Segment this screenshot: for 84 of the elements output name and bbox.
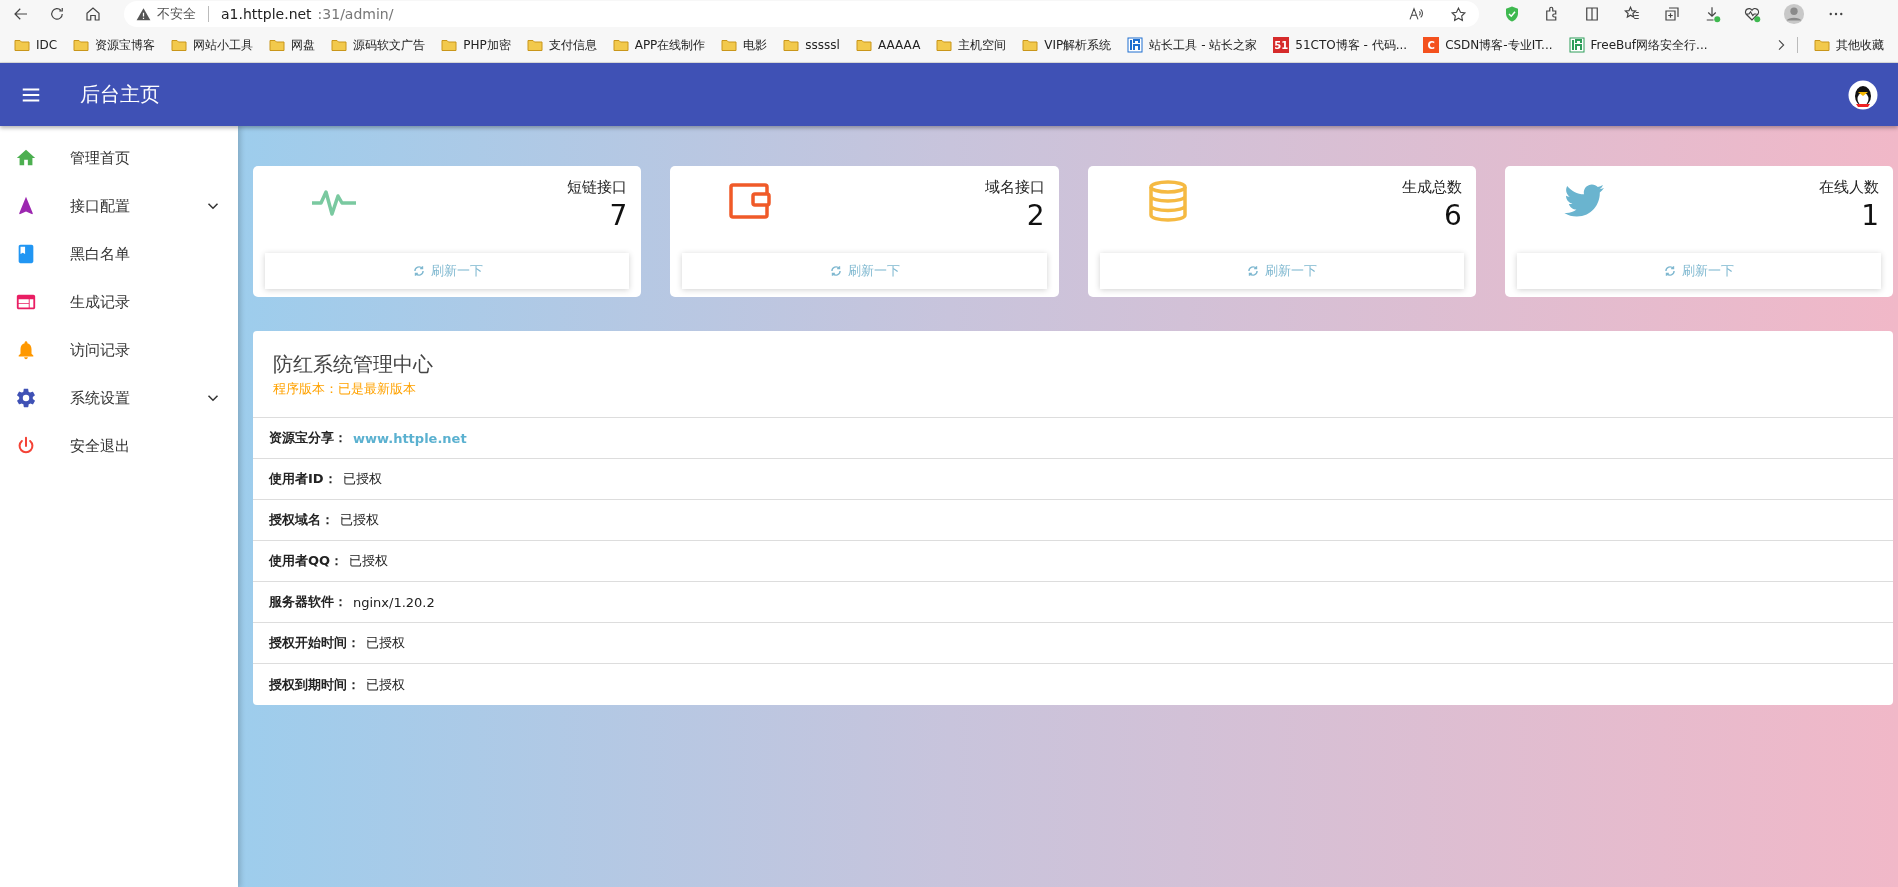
refresh-icon bbox=[828, 264, 843, 278]
stat-label: 短链接口 bbox=[567, 178, 628, 197]
folder-icon bbox=[721, 37, 738, 53]
sidebar-item[interactable]: 安全退出 bbox=[0, 422, 238, 470]
url-host: a1.httple.net bbox=[221, 6, 312, 22]
refresh-icon bbox=[1246, 264, 1261, 278]
sidebar-item[interactable]: 接口配置 bbox=[0, 182, 238, 230]
collections-icon[interactable] bbox=[1663, 5, 1681, 23]
folder-icon bbox=[936, 37, 953, 53]
avatar-icon[interactable] bbox=[1848, 79, 1878, 110]
info-label: 使用者QQ： bbox=[269, 552, 344, 570]
bookmark[interactable]: 51 51CTO博客 - 代码... bbox=[1265, 36, 1416, 54]
bookmark[interactable]: APP在线制作 bbox=[604, 36, 714, 54]
site-icon: C bbox=[1423, 37, 1440, 53]
warning-icon bbox=[136, 6, 151, 22]
bookmark[interactable]: 支付信息 bbox=[518, 36, 605, 54]
address-bar[interactable]: 不安全 a1.httple.net :31/admin/ bbox=[124, 1, 1479, 27]
page-title: 后台主页 bbox=[80, 81, 161, 108]
version-text: 程序版本：已是最新版本 bbox=[273, 380, 417, 398]
bookmark[interactable]: 网盘 bbox=[261, 36, 324, 54]
bookmark[interactable]: IDC bbox=[6, 37, 66, 53]
info-value: 已授权 bbox=[349, 552, 389, 570]
folder-icon bbox=[1814, 37, 1830, 53]
folder-icon bbox=[269, 37, 286, 53]
info-value: 已授权 bbox=[340, 511, 379, 529]
folder-icon bbox=[14, 37, 30, 53]
info-label: 资源宝分享： bbox=[269, 429, 347, 447]
settings-icon bbox=[15, 387, 37, 409]
sidebar-item[interactable]: 系统设置 bbox=[0, 374, 238, 422]
sidebar-item[interactable]: 访问记录 bbox=[0, 326, 238, 374]
stat-label: 生成总数 bbox=[1401, 178, 1462, 197]
bookmark[interactable]: 其他收藏 bbox=[1806, 36, 1892, 54]
folder-icon bbox=[331, 37, 348, 53]
info-value: 已授权 bbox=[366, 634, 405, 652]
refresh-icon bbox=[1663, 264, 1678, 278]
sidebar-item[interactable]: 生成记录 bbox=[0, 278, 238, 326]
bookmark[interactable]: FreeBuf网络安全行... bbox=[1560, 36, 1716, 54]
info-label: 授权开始时间： bbox=[269, 634, 360, 652]
folder-icon bbox=[73, 37, 90, 53]
reload-icon[interactable] bbox=[48, 5, 66, 23]
sidebar-item[interactable]: 管理首页 bbox=[0, 134, 238, 182]
bookmark[interactable]: 资源宝博客 bbox=[65, 36, 164, 54]
bookmark[interactable]: 电影 bbox=[713, 36, 776, 54]
panel-title: 防红系统管理中心 bbox=[273, 351, 434, 378]
read-aloud-icon[interactable] bbox=[1408, 6, 1424, 22]
info-label: 授权到期时间： bbox=[269, 675, 360, 694]
info-label: 授权域名： bbox=[269, 511, 334, 529]
bookmark[interactable]: 站长工具 - 站长之家 bbox=[1119, 36, 1266, 54]
stat-value: 1 bbox=[1860, 199, 1879, 232]
split-screen-icon[interactable] bbox=[1583, 5, 1601, 23]
bookmark[interactable]: AAAAA bbox=[847, 37, 929, 53]
stat-label: 在线人数 bbox=[1819, 178, 1879, 197]
folder-icon bbox=[783, 37, 800, 53]
stat-label: 域名接口 bbox=[984, 178, 1045, 197]
folder-icon bbox=[171, 37, 188, 53]
bookmark[interactable]: C CSDN博客-专业IT... bbox=[1415, 36, 1561, 54]
bookmark[interactable]: PHP加密 bbox=[433, 36, 519, 54]
bookmark[interactable]: sssssl bbox=[775, 37, 848, 53]
heart-pulse-icon[interactable] bbox=[1743, 5, 1761, 23]
refresh-icon bbox=[411, 264, 426, 278]
stat-value: 6 bbox=[1442, 199, 1462, 232]
bookmark[interactable]: 主机空间 bbox=[928, 36, 1015, 54]
stat-value: 7 bbox=[608, 199, 628, 232]
stat-value: 2 bbox=[1025, 199, 1045, 232]
bookmark[interactable]: 源码软文广告 bbox=[323, 36, 434, 54]
security-label: 不安全 bbox=[157, 5, 196, 23]
bookmark[interactable]: VIP解析系统 bbox=[1014, 36, 1120, 54]
folder-icon bbox=[612, 37, 629, 53]
folder-icon bbox=[526, 37, 543, 53]
sidebar-item[interactable]: 黑白名单 bbox=[0, 230, 238, 278]
info-label: 服务器软件： bbox=[269, 593, 347, 611]
site-icon: 51 bbox=[1273, 37, 1290, 53]
home-icon[interactable] bbox=[84, 5, 102, 23]
profile-icon[interactable] bbox=[1783, 3, 1805, 25]
url-path: :31/admin/ bbox=[317, 6, 394, 22]
folder-icon bbox=[1022, 37, 1039, 53]
star-icon[interactable] bbox=[1450, 5, 1467, 23]
info-value: 已授权 bbox=[366, 675, 405, 694]
bookmark[interactable]: 网站小工具 bbox=[163, 36, 262, 54]
info-value: nginx/1.20.2 bbox=[353, 594, 435, 610]
folder-icon bbox=[855, 37, 872, 53]
info-label: 使用者ID： bbox=[269, 470, 337, 488]
info-value: 已授权 bbox=[342, 470, 382, 488]
folder-icon bbox=[441, 37, 458, 53]
